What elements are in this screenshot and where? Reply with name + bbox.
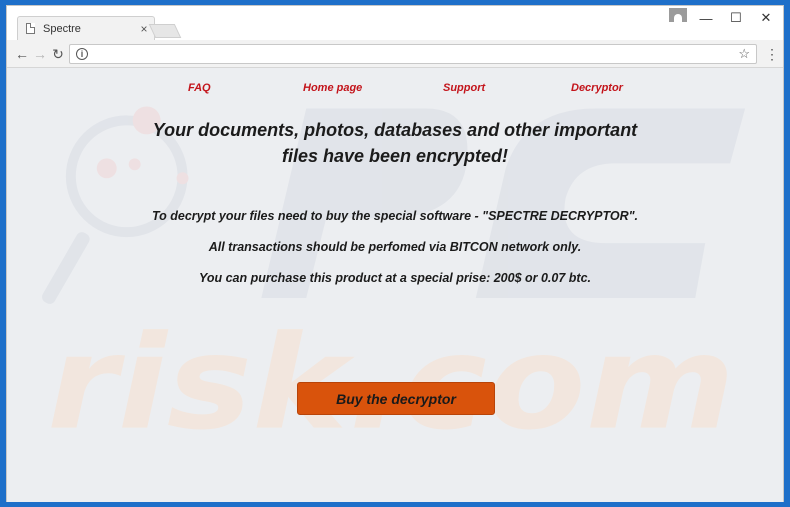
headline-line-1: Your documents, photos, databases and ot… bbox=[152, 120, 638, 140]
info-icon[interactable]: i bbox=[76, 48, 88, 60]
maximize-button[interactable]: ☐ bbox=[721, 6, 751, 30]
headline-line-2: files have been encrypted! bbox=[281, 146, 509, 166]
browser-toolbar: ← → ↻ i ☆ ⋮ bbox=[7, 40, 783, 68]
close-button[interactable]: ✕ bbox=[751, 6, 781, 30]
reload-icon[interactable]: ↻ bbox=[49, 45, 67, 63]
nav-link-home-page[interactable]: Home page bbox=[303, 82, 362, 94]
browser-window: Spectre × — ☐ ✕ ← → ↻ i ☆ ⋮ FAQ Home pag… bbox=[6, 5, 784, 502]
nav-link-decryptor[interactable]: Decryptor bbox=[571, 82, 623, 94]
user-icon[interactable] bbox=[669, 8, 687, 22]
menu-icon[interactable]: ⋮ bbox=[765, 45, 779, 63]
page-content: risk.com FAQ Home page Support Decryptor… bbox=[7, 68, 783, 502]
paragraph-decrypt: To decrypt your files need to buy the sp… bbox=[151, 209, 639, 223]
title-bar: Spectre × — ☐ ✕ bbox=[7, 6, 783, 40]
nav-link-faq[interactable]: FAQ bbox=[188, 82, 211, 94]
nav-link-support[interactable]: Support bbox=[443, 82, 485, 94]
back-icon[interactable]: ← bbox=[13, 45, 31, 63]
paragraph-transactions: All transactions should be perfomed via … bbox=[208, 240, 582, 254]
page-icon bbox=[26, 23, 35, 34]
address-bar[interactable]: i ☆ bbox=[69, 44, 757, 64]
new-tab-button[interactable] bbox=[148, 24, 182, 38]
tab-title: Spectre bbox=[43, 22, 81, 35]
forward-icon[interactable]: → bbox=[31, 45, 49, 63]
buy-decryptor-button[interactable]: Buy the decryptor bbox=[297, 382, 495, 415]
star-icon[interactable]: ☆ bbox=[738, 46, 750, 62]
tab-spectre[interactable]: Spectre × bbox=[17, 16, 155, 40]
minimize-button[interactable]: — bbox=[691, 6, 721, 30]
paragraph-price: You can purchase this product at a speci… bbox=[198, 271, 592, 285]
